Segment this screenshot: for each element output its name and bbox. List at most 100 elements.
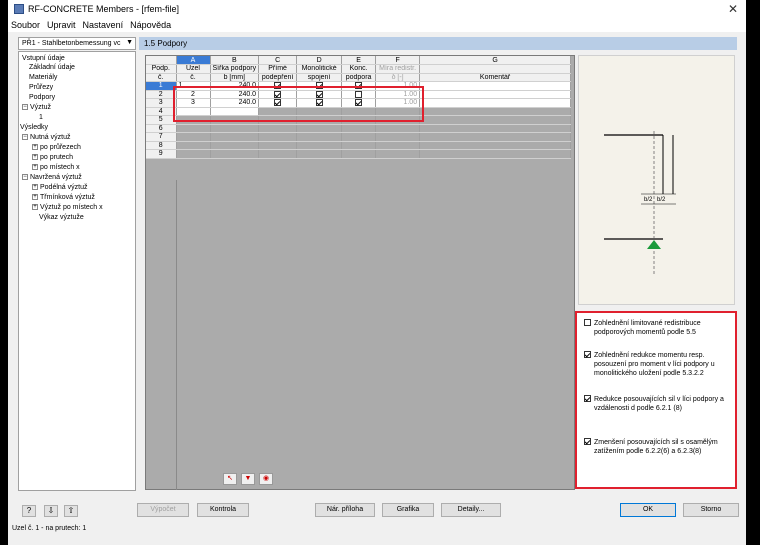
tree-reinf-node[interactable]: − Výztuž [22,104,51,112]
tree-required-node[interactable]: − Nutná výztuž [22,134,70,142]
chevron-down-icon[interactable]: ▼ [126,39,133,46]
tree-req-mem-node[interactable]: + po prutech [32,154,73,162]
tree-long-node[interactable]: + Podélná výztuž [32,184,87,192]
col-letter-c[interactable]: C [258,56,298,65]
expand-icon[interactable]: + [32,184,38,191]
col-header: δ [-] [375,73,421,82]
checkbox[interactable] [584,395,591,402]
checkbox[interactable] [584,319,591,326]
status-bar: Uzel č. 1 - na prutech: 1 [12,525,87,532]
module-select-value: PŘ1 - Stahlbetonbemessung vc [22,40,121,47]
expand-icon[interactable]: + [32,144,38,151]
title-bar: RF-CONCRETE Members - [rfem-file] ✕ [8,0,746,18]
col-header: spojení [296,73,343,82]
option-shear-reduction-point[interactable]: Zmenšení posouvajících sil s osamělým za… [584,438,734,456]
tree-input[interactable]: Vstupní údaje [22,55,65,63]
tree-provided-node[interactable]: − Navržená výztuž [22,174,82,182]
row-number[interactable]: 1 [146,81,177,91]
col-header: č. [146,73,177,82]
table-toolbar: ↖ ▼ ◉ [223,473,277,485]
col-letter-a[interactable]: A [176,56,211,65]
menu-edit[interactable]: Upravit [47,20,76,30]
tree-sections[interactable]: Průřezy [29,84,53,92]
col-letter-b[interactable]: B [210,56,260,65]
help-icon[interactable]: ? [22,505,36,517]
tree-results[interactable]: Výsledky [20,124,48,132]
collapse-icon[interactable]: − [22,134,28,141]
graphics-button[interactable]: Grafika [382,503,434,517]
table-row[interactable]: 9 [146,149,572,159]
row-number[interactable]: 9 [146,149,177,159]
comment-cell[interactable] [419,90,572,99]
tree-stirrup-node[interactable]: + Třmínková výztuž [32,194,95,202]
menu-help[interactable]: Nápověda [130,20,171,30]
col-letter-f[interactable]: F [375,56,421,65]
expand-icon[interactable]: + [32,154,38,161]
close-icon[interactable]: ✕ [728,2,738,16]
export-icon[interactable]: ⇧ [64,505,78,517]
checkbox[interactable] [584,438,591,445]
col-letter-g[interactable]: G [419,56,572,65]
tree-long: Podélná výztuž [40,184,88,191]
row-number[interactable]: 8 [146,141,177,150]
table-row[interactable]: 7 [146,132,572,142]
row-number[interactable]: 7 [146,132,177,142]
dim-label: b/2 [657,197,666,203]
details-button[interactable]: Detaily... [441,503,501,517]
row-number[interactable]: 6 [146,124,177,133]
menu-file[interactable]: Soubor [11,20,40,30]
tree-reinf-1[interactable]: 1 [39,114,43,122]
support-triangle [647,240,661,249]
tree-materials[interactable]: Materiály [29,74,57,82]
col-header: Komentář [419,73,572,82]
row-number[interactable]: 4 [146,107,177,116]
table-row[interactable]: 6 [146,124,572,133]
option-limited-redistribution[interactable]: Zohlednění limitované redistribuce podpo… [584,319,734,337]
select-node-icon[interactable]: ↖ [223,473,237,485]
check-button[interactable]: Kontrola [197,503,249,517]
tree-basic[interactable]: Základní údaje [29,64,75,72]
option-label: Zohlednění redukce momentu resp. posouze… [594,352,715,377]
option-label: Redukce posouvajících sil v líci podpory… [594,396,724,412]
options-panel: Zohlednění limitované redistribuce podpo… [575,311,737,489]
cancel-button[interactable]: Storno [683,503,739,517]
main-window: RF-CONCRETE Members - [rfem-file] ✕ Soub… [8,0,746,545]
tree-req-x-node[interactable]: + po místech x [32,164,80,172]
row-number[interactable]: 2 [146,90,177,99]
col-header: Míra redistr. [375,64,421,74]
tree-prov-x-node[interactable]: + Výztuž po místech x [32,204,103,212]
tree-req-sec-node[interactable]: + po průřezech [32,144,81,152]
row-number[interactable]: 5 [146,115,177,125]
tree-bill[interactable]: Výkaz výztuže [39,214,84,222]
tree-reinf: Výztuž [30,104,52,111]
ok-button[interactable]: OK [620,503,676,517]
comment-cell[interactable] [419,98,572,108]
collapse-icon[interactable]: − [22,174,28,181]
tree-supports[interactable]: Podpory [29,94,55,102]
option-shear-reduction-face[interactable]: Redukce posouvajících sil v líci podpory… [584,395,734,413]
checkbox[interactable] [584,351,591,358]
module-select[interactable]: PŘ1 - Stahlbetonbemessung vc ▼ [18,37,136,50]
row-number[interactable]: 3 [146,98,177,108]
view-icon[interactable]: ◉ [259,473,273,485]
col-header: Šířka podpory [210,64,260,74]
expand-icon[interactable]: + [32,164,38,171]
expand-icon[interactable]: + [32,194,38,201]
col-letter-e[interactable]: E [341,56,377,65]
tree-req-sec: po průřezech [40,144,81,151]
import-icon[interactable]: ⇩ [44,505,58,517]
national-annex-button[interactable]: Nár. příloha [315,503,375,517]
option-moment-reduction[interactable]: Zohlednění redukce momentu resp. posouze… [584,351,734,378]
collapse-icon[interactable]: − [22,104,28,111]
table-row[interactable]: 8 [146,141,572,150]
col-header: Podp. [146,64,177,74]
panel-title: 1.5 Podpory [139,37,737,50]
calculate-button[interactable]: Výpočet [137,503,189,517]
filter-icon[interactable]: ▼ [241,473,255,485]
expand-icon[interactable]: + [32,204,38,211]
menu-settings[interactable]: Nastavení [83,20,124,30]
col-letter-d[interactable]: D [296,56,343,65]
tree-stirrup: Třmínková výztuž [40,194,95,201]
comment-cell[interactable] [419,81,572,91]
navigator-tree: Vstupní údaje Základní údaje Materiály P… [18,51,136,491]
